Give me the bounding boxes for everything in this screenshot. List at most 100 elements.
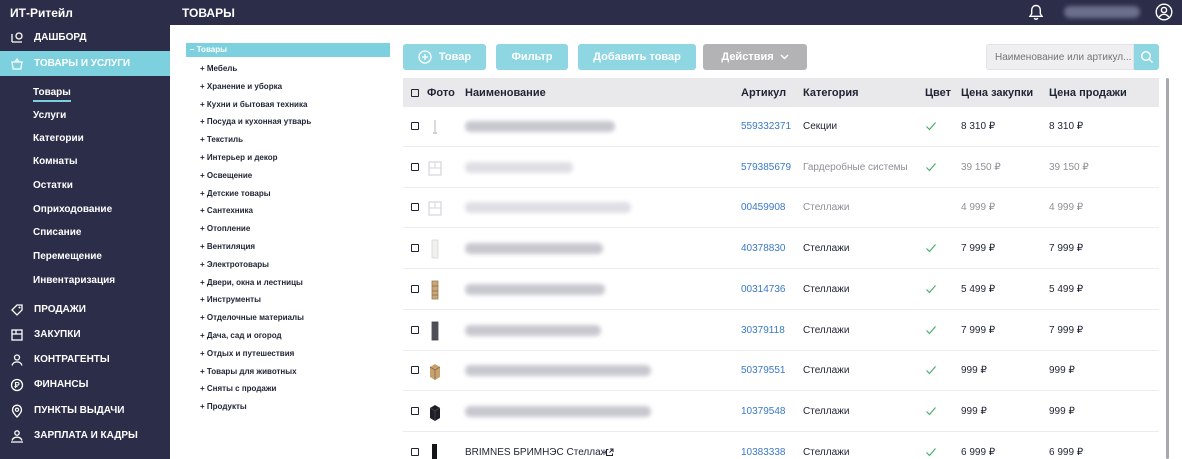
tree-item[interactable]: + Продукты: [200, 402, 247, 411]
search-input[interactable]: [986, 44, 1134, 70]
table-row[interactable]: 10379548 Стеллажи 999 ₽ 999 ₽: [403, 392, 1159, 432]
sub-item-8[interactable]: Инвентаризация: [33, 275, 115, 286]
tree-item[interactable]: + Посуда и кухонная утварь: [200, 117, 311, 126]
select-all-checkbox[interactable]: [411, 89, 419, 97]
product-thumbnail[interactable]: [427, 443, 443, 459]
user-avatar-icon[interactable]: [1155, 3, 1173, 21]
nav-item-7[interactable]: ЗАРПЛАТА И КАДРЫ: [0, 423, 170, 448]
tree-item[interactable]: + Товары для животных: [200, 367, 297, 376]
tree-item[interactable]: + Отдых и путешествия: [200, 349, 294, 358]
product-thumbnail[interactable]: [427, 198, 443, 218]
add-product-button[interactable]: Товар: [403, 44, 486, 70]
product-sku-link[interactable]: 30379118: [741, 325, 785, 336]
row-checkbox[interactable]: [411, 447, 419, 456]
product-name-redacted[interactable]: [465, 243, 603, 255]
nav-item-3[interactable]: ЗАКУПКИ: [0, 322, 170, 347]
header-buy-price[interactable]: Цена закупки: [961, 87, 1033, 99]
sub-item-2[interactable]: Категории: [33, 133, 84, 144]
header-category[interactable]: Категория: [803, 87, 859, 99]
product-sku-link[interactable]: 579385679: [741, 162, 791, 173]
tree-root-item[interactable]: – Товары: [186, 43, 390, 57]
product-thumbnail[interactable]: [427, 117, 443, 137]
tree-item[interactable]: + Интерьер и декор: [200, 153, 278, 162]
nav-item-6[interactable]: ПУНКТЫ ВЫДАЧИ: [0, 398, 170, 423]
tree-item[interactable]: + Мебель: [200, 64, 237, 73]
product-sku-link[interactable]: 10379548: [741, 406, 786, 417]
tree-item[interactable]: + Сняты с продажи: [200, 384, 276, 393]
table-row[interactable]: 00459908 Стеллажи 4 999 ₽ 4 999 ₽: [403, 188, 1159, 229]
bell-icon[interactable]: [1028, 4, 1044, 21]
table-row[interactable]: 30379118 Стеллажи 7 999 ₽ 7 999 ₽: [403, 311, 1159, 351]
product-thumbnail[interactable]: [427, 361, 443, 381]
nav-item-1[interactable]: ТОВАРЫ И УСЛУГИ: [0, 51, 170, 76]
search-button[interactable]: [1134, 44, 1159, 70]
table-row[interactable]: 579385679 Гардеробные системы 39 150 ₽ 39 1…: [403, 148, 1159, 188]
product-thumbnail[interactable]: [427, 280, 443, 300]
nav-item-0[interactable]: ДАШБОРД: [0, 25, 170, 50]
table-row[interactable]: 40378830 Стеллажи 7 999 ₽ 7 999 ₽: [403, 229, 1159, 270]
tree-item[interactable]: + Двери, окна и лестницы: [200, 278, 303, 287]
row-checkbox[interactable]: [411, 244, 419, 253]
product-sku-link[interactable]: 40378830: [741, 243, 786, 254]
row-checkbox[interactable]: [411, 284, 419, 293]
nav-item-2[interactable]: ПРОДАЖИ: [0, 297, 170, 322]
product-thumbnail[interactable]: [427, 158, 443, 178]
row-checkbox[interactable]: [411, 122, 419, 130]
tree-item[interactable]: + Текстиль: [200, 135, 243, 144]
product-name-redacted[interactable]: [465, 365, 651, 377]
table-row[interactable]: BRIMNES БРИМНЭС Стеллаж 10383338 Стеллажи 6…: [403, 433, 1159, 459]
row-checkbox[interactable]: [411, 203, 419, 212]
row-checkbox[interactable]: [411, 366, 419, 375]
product-name-redacted[interactable]: [465, 324, 601, 336]
vertical-scrollbar[interactable]: [1166, 78, 1169, 459]
header-sell-price[interactable]: Цена продажи: [1049, 87, 1127, 99]
sub-item-6[interactable]: Списание: [33, 227, 81, 238]
tree-item[interactable]: + Дача, сад и огород: [200, 331, 282, 340]
sub-item-0[interactable]: Товары: [33, 87, 71, 102]
tree-item[interactable]: + Отделочные материалы: [200, 313, 304, 322]
add-good-button[interactable]: Добавить товар: [578, 44, 696, 70]
nav-item-4[interactable]: КОНТРАГЕНТЫ: [0, 347, 170, 372]
product-sku-link[interactable]: 559332371: [741, 121, 791, 132]
actions-dropdown[interactable]: Действия: [703, 44, 807, 70]
product-name-redacted[interactable]: [465, 405, 651, 417]
product-name-redacted[interactable]: [465, 121, 615, 132]
sub-item-3[interactable]: Комнаты: [33, 156, 78, 167]
table-row[interactable]: 00314736 Стеллажи 5 499 ₽ 5 499 ₽: [403, 270, 1159, 310]
row-checkbox[interactable]: [411, 325, 419, 334]
product-sku-link[interactable]: 50379551: [741, 365, 786, 376]
product-sku-link[interactable]: 10383338: [741, 447, 786, 458]
tree-item[interactable]: + Вентиляция: [200, 242, 255, 251]
nav-item-5[interactable]: ФИНАНСЫ: [0, 372, 170, 397]
tree-item[interactable]: + Освещение: [200, 171, 252, 180]
user-name[interactable]: [1064, 6, 1140, 18]
header-sku[interactable]: Артикул: [741, 87, 786, 99]
product-thumbnail[interactable]: [427, 402, 443, 422]
external-link-icon[interactable]: [605, 448, 614, 457]
filter-button[interactable]: Фильтр: [496, 44, 568, 70]
tree-item[interactable]: + Кухни и бытовая техника: [200, 100, 307, 109]
product-sku-link[interactable]: 00459908: [741, 202, 786, 213]
sub-item-1[interactable]: Услуги: [33, 110, 66, 121]
product-thumbnail[interactable]: [427, 239, 443, 259]
product-name-redacted[interactable]: [465, 202, 631, 214]
tree-item[interactable]: + Отопление: [200, 224, 250, 233]
product-name[interactable]: BRIMNES БРИМНЭС Стеллаж: [465, 447, 607, 458]
header-name[interactable]: Наименование: [465, 87, 546, 99]
product-thumbnail[interactable]: [427, 321, 443, 341]
tree-item[interactable]: + Сантехника: [200, 206, 253, 215]
table-row[interactable]: 50379551 Стеллажи 999 ₽ 999 ₽: [403, 351, 1159, 392]
table-row[interactable]: 559332371 Секции 8 310 ₽ 8 310 ₽: [403, 107, 1159, 147]
sub-item-4[interactable]: Остатки: [33, 180, 73, 191]
row-checkbox[interactable]: [411, 162, 419, 171]
product-sku-link[interactable]: 00314736: [741, 284, 786, 295]
sub-item-5[interactable]: Оприходование: [33, 204, 112, 215]
sub-item-7[interactable]: Перемещение: [33, 251, 102, 262]
row-checkbox[interactable]: [411, 406, 419, 415]
tree-item[interactable]: + Электротовары: [200, 260, 269, 269]
product-name-redacted[interactable]: [465, 283, 605, 295]
product-name-redacted[interactable]: [465, 161, 573, 173]
tree-item[interactable]: + Хранение и уборка: [200, 82, 282, 91]
tree-item[interactable]: + Детские товары: [200, 189, 271, 198]
tree-item[interactable]: + Инструменты: [200, 295, 261, 304]
